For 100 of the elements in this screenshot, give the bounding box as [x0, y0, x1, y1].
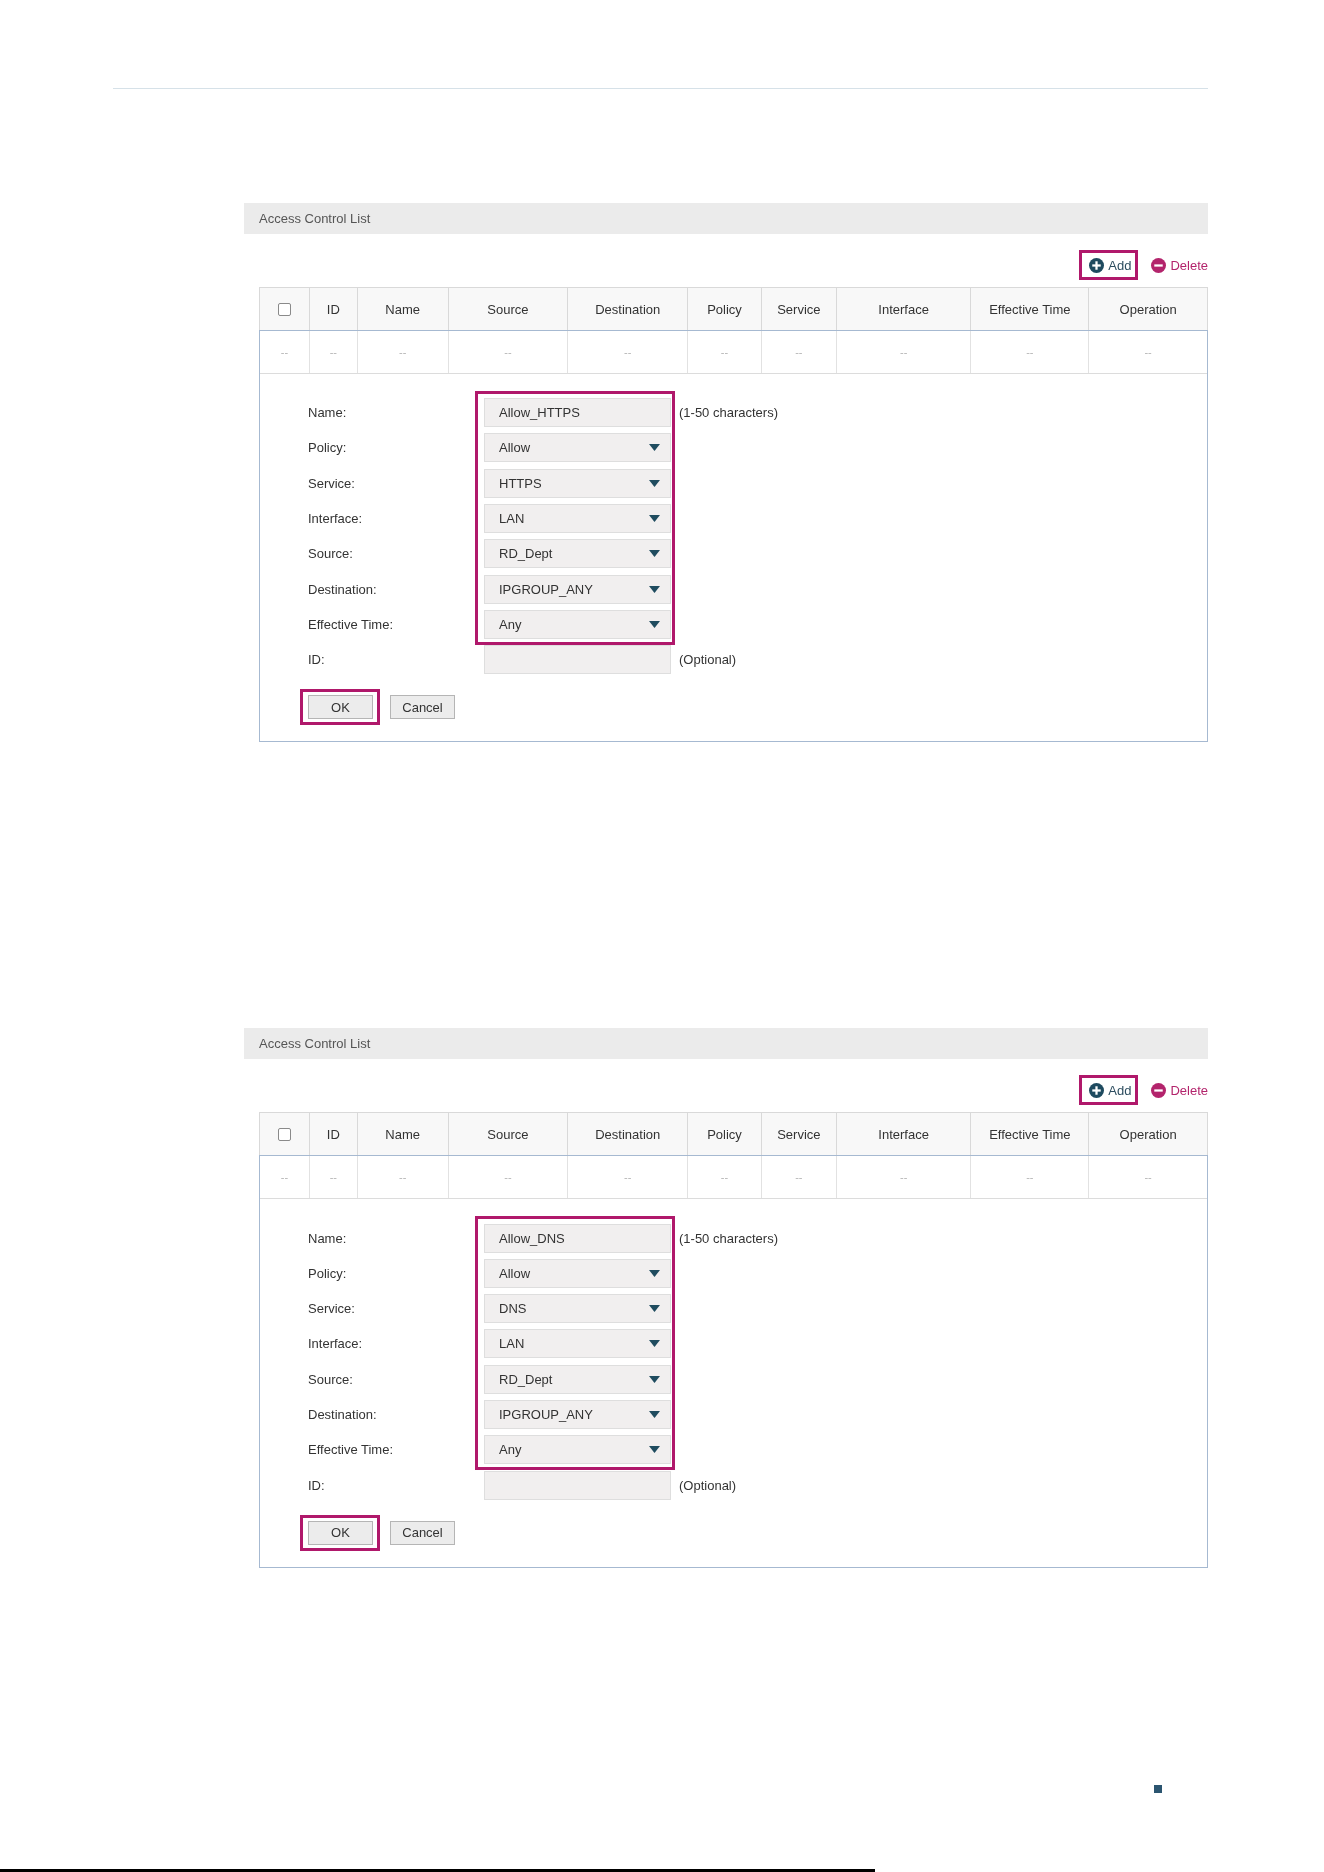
plus-circle-icon	[1089, 257, 1105, 273]
field-label: Destination:	[308, 581, 377, 597]
field-label: Name:	[308, 1230, 347, 1246]
column-header: Policy	[687, 288, 761, 330]
dropdown[interactable]: Any	[484, 609, 671, 639]
checkbox[interactable]	[277, 302, 291, 316]
field-label: Effective Time:	[308, 616, 393, 632]
table-cell: --	[1088, 1156, 1207, 1199]
field-label: Service:	[308, 1301, 355, 1317]
field-label: Name:	[308, 405, 347, 421]
field-hint: (1-50 characters)	[679, 405, 778, 421]
add-button[interactable]: Add	[1086, 255, 1135, 275]
column-header: Service	[760, 288, 836, 330]
dropdown[interactable]: Allow	[484, 1258, 671, 1288]
column-header: ID	[308, 1113, 357, 1156]
field-label: ID:	[308, 1477, 325, 1493]
field-label: Source:	[308, 546, 353, 562]
table-cell: --	[308, 331, 357, 373]
field-label: Policy:	[308, 1265, 347, 1281]
table-cell: --	[970, 331, 1089, 373]
column-header: Interface	[835, 288, 971, 330]
caret-icon	[649, 620, 660, 628]
table-cell: --	[687, 1156, 761, 1199]
text-field[interactable]	[484, 1470, 671, 1500]
table-cell: --	[835, 1156, 971, 1199]
form-button[interactable]: Cancel	[390, 695, 455, 720]
dropdown[interactable]: LAN	[484, 1329, 671, 1359]
table-cell: --	[970, 1156, 1089, 1199]
caret-icon	[649, 550, 660, 558]
field-hint: (Optional)	[679, 1477, 737, 1493]
text-field[interactable]: Allow_DNS	[484, 1223, 671, 1253]
table-cell: --	[356, 331, 448, 373]
dropdown[interactable]: DNS	[484, 1294, 671, 1324]
table-cell: --	[760, 1156, 836, 1199]
dropdown[interactable]: HTTPS	[484, 468, 671, 498]
minus-circle-icon	[1151, 257, 1167, 273]
dropdown[interactable]: RD_Dept	[484, 1364, 671, 1394]
field-label: ID:	[308, 652, 325, 668]
form-button[interactable]: OK	[308, 1520, 373, 1545]
caret-icon	[649, 444, 660, 452]
column-header: Destination	[567, 1113, 688, 1156]
field-hint: (Optional)	[679, 652, 737, 668]
plus-circle-icon	[1089, 1082, 1105, 1098]
field-label: Effective Time:	[308, 1442, 393, 1458]
minus-circle-icon	[1151, 1082, 1167, 1098]
column-header: Name	[356, 1113, 448, 1156]
column-header: Effective Time	[970, 288, 1089, 330]
dropdown[interactable]: IPGROUP_ANY	[484, 1400, 671, 1429]
column-header: Effective Time	[970, 1113, 1089, 1156]
caret-icon	[649, 1446, 660, 1454]
panel-title-bar: Access Control List	[244, 1028, 1208, 1060]
caret-icon	[649, 1305, 660, 1313]
field-label: Interface:	[308, 511, 363, 527]
table-cell: --	[308, 1156, 357, 1199]
field-label: Source:	[308, 1371, 353, 1387]
table-cell: --	[567, 1156, 688, 1199]
delete-button[interactable]: Delete	[1148, 1080, 1208, 1100]
column-header: Destination	[567, 288, 688, 330]
delete-button[interactable]: Delete	[1148, 255, 1208, 275]
table-cell-text: --	[279, 1170, 290, 1186]
dropdown[interactable]: RD_Dept	[484, 539, 671, 569]
column-header: Service	[760, 1113, 836, 1156]
text-field[interactable]: Allow_HTTPS	[484, 398, 671, 428]
column-header: Interface	[835, 1113, 971, 1156]
field-label: Destination:	[308, 1407, 377, 1422]
table-cell: --	[835, 331, 971, 373]
column-header: Policy	[687, 1113, 761, 1156]
form-button[interactable]: Cancel	[390, 1520, 455, 1545]
caret-icon	[649, 1375, 660, 1383]
table-cell: --	[447, 1156, 568, 1199]
caret-icon	[649, 585, 660, 593]
table-cell: --	[760, 331, 836, 373]
field-label: Policy:	[308, 440, 347, 456]
table-cell: --	[356, 1156, 448, 1199]
field-label: Interface:	[308, 1336, 363, 1352]
caret-icon	[649, 479, 660, 487]
caret-icon	[649, 1340, 660, 1348]
dropdown[interactable]: LAN	[484, 504, 671, 534]
column-header: Operation	[1088, 288, 1207, 330]
square-icon	[1154, 1784, 1162, 1793]
form-button[interactable]: OK	[308, 695, 373, 720]
table-cell: --	[1088, 331, 1207, 373]
column-header: Source	[447, 288, 568, 330]
column-header: ID	[308, 288, 357, 330]
dropdown[interactable]: Allow	[484, 433, 671, 463]
table-cell: --	[567, 331, 688, 373]
column-header: Source	[447, 1113, 568, 1156]
caret-icon	[649, 1269, 660, 1277]
caret-icon	[649, 515, 660, 523]
column-header: Name	[356, 288, 448, 330]
table-cell-text: --	[279, 345, 290, 360]
checkbox[interactable]	[277, 1127, 291, 1141]
field-label: Service:	[308, 475, 355, 491]
dropdown[interactable]: Any	[484, 1435, 671, 1465]
text-field[interactable]	[484, 645, 671, 675]
add-button[interactable]: Add	[1086, 1080, 1135, 1100]
field-hint: (1-50 characters)	[679, 1230, 778, 1246]
dropdown[interactable]: IPGROUP_ANY	[484, 574, 671, 604]
column-header: Operation	[1088, 1113, 1207, 1156]
panel-title-bar: Access Control List	[244, 203, 1208, 234]
